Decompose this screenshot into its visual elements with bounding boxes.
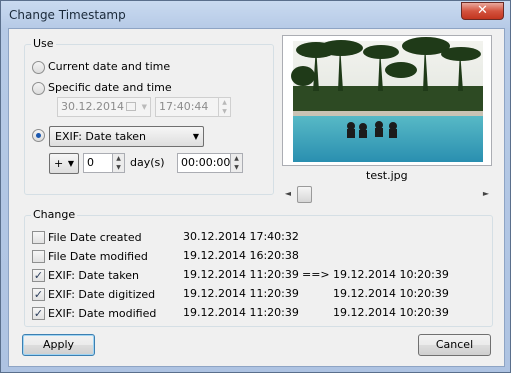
exif-date-radio[interactable] [32,129,45,142]
chevron-down-icon: ▼ [192,132,199,141]
change-row-label[interactable]: EXIF: Date modified [48,307,156,320]
pool-photo [291,37,483,162]
offset-sign-dropdown[interactable]: + ▼ [49,153,79,174]
scroll-right-icon[interactable]: ► [480,189,492,198]
change-row: ✓ EXIF: Date taken 19.12.2014 11:20:39 =… [25,267,492,285]
new-value: 19.12.2014 10:20:39 [333,306,449,319]
exif-date-modified-checkbox[interactable]: ✓ [32,307,45,320]
file-date-modified-checkbox[interactable] [32,250,45,263]
spin-up-icon[interactable]: ▲ [231,154,242,163]
change-row: File Date modified 19.12.2014 16:20:38 [25,248,492,266]
spin-down-icon[interactable]: ▼ [113,163,124,172]
offset-time-field[interactable]: 00:00:00 [177,153,231,173]
current-value: 30.12.2014 17:40:32 [183,230,299,243]
use-group-label: Use [31,37,56,50]
specific-date-field[interactable]: 30.12.2014 ▼ [57,97,151,117]
specific-time-field[interactable]: 17:40:44 [155,97,219,117]
use-group: Use Current date and time Specific date … [24,37,274,195]
close-icon: ✕ [477,3,488,18]
exif-date-digitized-checkbox[interactable]: ✓ [32,288,45,301]
change-timestamp-dialog: Change Timestamp ✕ Use Current date and … [0,0,511,373]
image-preview [282,35,492,166]
arrow-indicator: ==> [302,268,330,281]
spin-up-icon[interactable]: ▲ [219,98,230,107]
change-row-label[interactable]: EXIF: Date digitized [48,288,155,301]
scroll-left-icon[interactable]: ◄ [282,189,294,198]
check-icon: ✓ [33,307,44,320]
current-datetime-label[interactable]: Current date and time [48,60,170,73]
new-value: 19.12.2014 10:20:39 [333,287,449,300]
apply-button[interactable]: Apply [22,334,95,356]
change-row-label[interactable]: EXIF: Date taken [48,269,139,282]
current-value: 19.12.2014 11:20:39 [183,268,299,281]
offset-time-spinner[interactable]: ▲ ▼ [230,153,243,173]
current-value: 19.12.2014 16:20:38 [183,249,299,262]
change-row: File Date created 30.12.2014 17:40:32 [25,229,492,247]
scrollbar-thumb[interactable] [297,186,312,203]
close-button[interactable]: ✕ [461,2,504,20]
change-row-label[interactable]: File Date modified [48,250,148,263]
preview-filename: test.jpg [366,169,408,182]
change-row-label[interactable]: File Date created [48,231,142,244]
file-date-created-checkbox[interactable] [32,231,45,244]
change-row: ✓ EXIF: Date modified 19.12.2014 11:20:3… [25,305,492,323]
specific-time-spinner[interactable]: ▲ ▼ [218,97,231,117]
new-value: 19.12.2014 10:20:39 [333,268,449,281]
days-label: day(s) [130,156,165,169]
preview-scrollbar[interactable]: ◄ ► [282,186,492,203]
check-icon: ✓ [33,288,44,301]
current-value: 19.12.2014 11:20:39 [183,306,299,319]
exif-date-taken-checkbox[interactable]: ✓ [32,269,45,282]
offset-days-field[interactable]: 0 [83,153,113,173]
dialog-body: Use Current date and time Specific date … [8,28,505,367]
check-icon: ✓ [33,269,44,282]
cancel-button[interactable]: Cancel [418,334,491,356]
change-group-label: Change [31,208,78,221]
change-row: ✓ EXIF: Date digitized 19.12.2014 11:20:… [25,286,492,304]
spin-up-icon[interactable]: ▲ [113,154,124,163]
window-title: Change Timestamp [9,8,126,22]
current-value: 19.12.2014 11:20:39 [183,287,299,300]
chevron-down-icon: ▼ [67,159,74,168]
offset-days-spinner[interactable]: ▲ ▼ [112,153,125,173]
exif-source-dropdown[interactable]: EXIF: Date taken ▼ [49,126,204,147]
date-dropdown-arrow[interactable]: ▼ [142,98,147,116]
calendar-icon[interactable] [126,102,136,111]
current-datetime-radio[interactable] [32,61,45,74]
spin-down-icon[interactable]: ▼ [231,163,242,172]
specific-datetime-radio[interactable] [32,82,45,95]
specific-datetime-label[interactable]: Specific date and time [48,81,172,94]
change-group: Change File Date created 30.12.2014 17:4… [24,208,493,327]
spin-down-icon[interactable]: ▼ [219,107,230,116]
